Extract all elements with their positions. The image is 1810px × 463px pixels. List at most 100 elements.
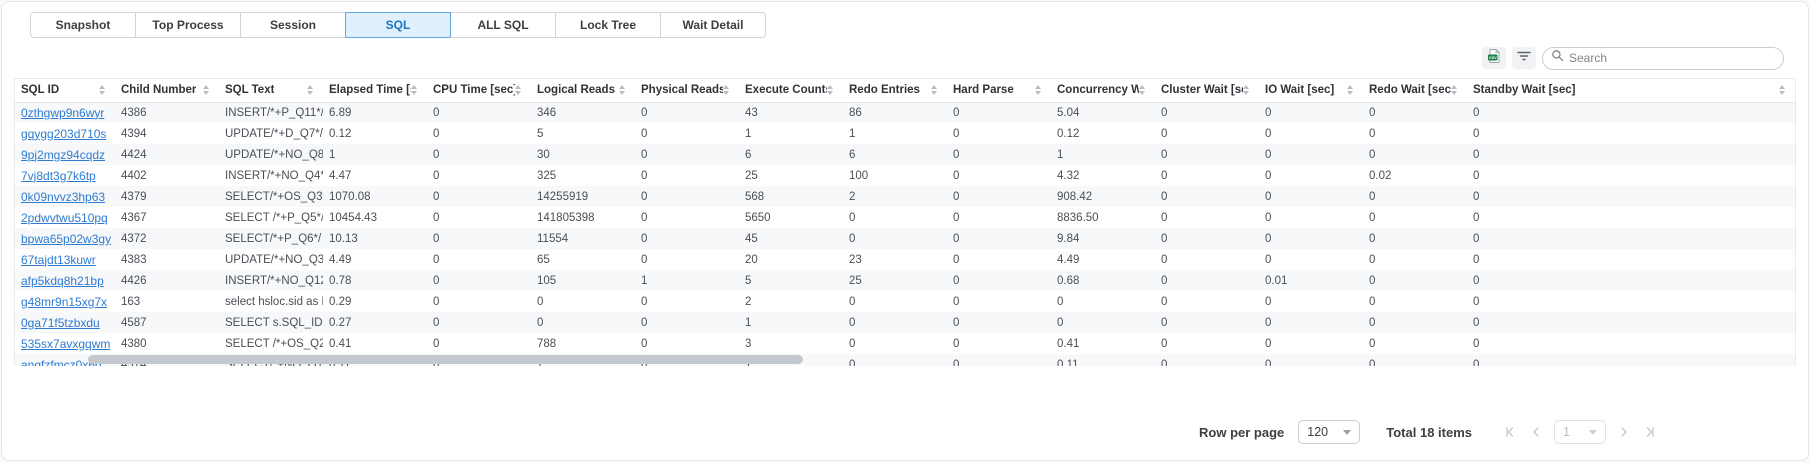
table-cell: 4.32	[1051, 165, 1155, 186]
sql-id-link[interactable]: 7vj8dt3g7k6tp	[21, 169, 96, 183]
table-cell: 5	[531, 123, 635, 144]
next-page-button[interactable]	[1616, 424, 1632, 440]
column-header-label: Elapsed Time [sec]	[329, 84, 411, 96]
column-header-label: IO Wait [sec]	[1265, 84, 1334, 96]
table-cell: 0	[843, 312, 947, 333]
table-cell: 0	[635, 123, 739, 144]
table-cell: 10.13	[323, 228, 427, 249]
table-cell: 0	[427, 186, 531, 207]
column-header-label: Hard Parse	[953, 84, 1014, 96]
horizontal-scrollbar-thumb[interactable]	[88, 355, 803, 364]
column-header-execute-counts[interactable]: Execute Counts	[739, 79, 843, 102]
column-header-hard-parse[interactable]: Hard Parse	[947, 79, 1051, 102]
sql-id-link[interactable]: gqygg203d710s	[21, 127, 106, 141]
table-cell: SELECT s.SQL_ID, s.CHILD_NI	[219, 312, 323, 333]
table-cell: 0.12	[323, 123, 427, 144]
table-cell: 0	[843, 207, 947, 228]
table-cell: 86	[843, 102, 947, 123]
sql-id-link[interactable]: 535sx7avxgqwm	[21, 337, 110, 351]
tab-snapshot[interactable]: Snapshot	[30, 12, 136, 38]
column-header-sql-text[interactable]: SQL Text	[219, 79, 323, 102]
first-page-button[interactable]	[1502, 424, 1518, 440]
table-cell: 6	[843, 144, 947, 165]
table-cell: 4.49	[323, 249, 427, 270]
column-header-logical-reads[interactable]: Logical Reads	[531, 79, 635, 102]
table-cell: 0	[947, 228, 1051, 249]
tab-wait-detail[interactable]: Wait Detail	[660, 12, 766, 38]
previous-page-button[interactable]	[1528, 424, 1544, 440]
table-cell: 105	[531, 270, 635, 291]
tab-top-process[interactable]: Top Process	[135, 12, 241, 38]
table-cell: 0	[427, 144, 531, 165]
column-header-redo-entries[interactable]: Redo Entries	[843, 79, 947, 102]
sql-id-link[interactable]: 0ga71f5tzbxdu	[21, 316, 100, 330]
filter-button[interactable]	[1512, 47, 1536, 69]
table-cell: 100	[843, 165, 947, 186]
sql-id-link[interactable]: afp5kdq8h21bp	[21, 274, 104, 288]
column-header-elapsed-time-sec[interactable]: Elapsed Time [sec]	[323, 79, 427, 102]
pagination: 1	[1502, 420, 1658, 444]
sql-id-link[interactable]: 0k09nvvz3hp63	[21, 190, 105, 204]
table-cell: 0	[1155, 354, 1259, 366]
table-cell: 0	[1467, 144, 1795, 165]
table-cell: UPDATE/*+D_Q7*/ customer	[219, 123, 323, 144]
filter-icon	[1516, 49, 1532, 68]
column-header-standby-wait-sec[interactable]: Standby Wait [sec]	[1467, 79, 1795, 102]
table-header-row: SQL IDChild NumberSQL Text Elapsed Time […	[15, 79, 1795, 102]
sql-id-link[interactable]: g48mr9n15xg7x	[21, 295, 107, 309]
table-cell: 0.01	[1259, 270, 1363, 291]
column-header-child-number[interactable]: Child Number	[115, 79, 219, 102]
tab-session[interactable]: Session	[240, 12, 346, 38]
table-cell: 8836.50	[1051, 207, 1155, 228]
csv-export-icon: CSV	[1486, 48, 1502, 69]
table-cell: 0	[635, 207, 739, 228]
sql-id-link[interactable]: 67tajdt13kuwr	[21, 253, 96, 267]
svg-text:CSV: CSV	[1489, 56, 1497, 60]
sql-id-link[interactable]: 2pdwvtwu510pq	[21, 211, 108, 225]
table-cell: 0	[427, 291, 531, 312]
table-cell: 0	[1155, 333, 1259, 354]
sql-id-cell: 0k09nvvz3hp63	[15, 186, 115, 207]
chevron-down-icon	[1589, 430, 1597, 435]
table-cell: 0	[1363, 207, 1467, 228]
sql-id-link[interactable]: bpwa65p02w3gy	[21, 232, 111, 246]
table-cell: 4587	[115, 312, 219, 333]
table-cell: 4383	[115, 249, 219, 270]
table-cell: 0	[1467, 228, 1795, 249]
table-cell: 325	[531, 165, 635, 186]
csv-export-button[interactable]: CSV	[1482, 47, 1506, 69]
table-cell: INSERT/*+P_Q11*/ INTO hist	[219, 102, 323, 123]
table-cell: 908.42	[1051, 186, 1155, 207]
table-cell: 0	[843, 228, 947, 249]
column-header-redo-wait-sec[interactable]: Redo Wait [sec]	[1363, 79, 1467, 102]
table-cell: 4402	[115, 165, 219, 186]
column-header-cluster-wait-sec[interactable]: Cluster Wait [sec]	[1155, 79, 1259, 102]
column-header-physical-reads[interactable]: Physical Reads	[635, 79, 739, 102]
column-header-cpu-time-sec[interactable]: CPU Time [sec]	[427, 79, 531, 102]
sort-icon	[99, 85, 109, 95]
tab-all-sql[interactable]: ALL SQL	[450, 12, 556, 38]
sql-id-link[interactable]: 0zthgwp9n6wyr	[21, 106, 104, 120]
search-input[interactable]	[1569, 51, 1775, 65]
column-header-io-wait-sec[interactable]: IO Wait [sec]	[1259, 79, 1363, 102]
table-cell: 4424	[115, 144, 219, 165]
tab-sql[interactable]: SQL	[345, 12, 451, 38]
column-header-sql-id[interactable]: SQL ID	[15, 79, 115, 102]
last-page-button[interactable]	[1642, 424, 1658, 440]
table-cell: 0	[1363, 270, 1467, 291]
table-cell: 0	[1259, 207, 1363, 228]
table-cell: 0	[947, 102, 1051, 123]
column-header-concurrency-wait-sec[interactable]: Concurrency Wait [sec]	[1051, 79, 1155, 102]
rows-per-page-select[interactable]: 120	[1298, 420, 1360, 444]
column-header-label: Cluster Wait [sec]	[1161, 84, 1243, 96]
tab-bar: Snapshot Top Process Session SQL ALL SQL…	[30, 12, 1808, 38]
table-cell: 11554	[531, 228, 635, 249]
tab-lock-tree[interactable]: Lock Tree	[555, 12, 661, 38]
table-cell: 30	[531, 144, 635, 165]
page-number-select[interactable]: 1	[1554, 420, 1606, 444]
table-cell: 0	[947, 312, 1051, 333]
table-cell: 0	[1155, 123, 1259, 144]
table-cell: 0	[1259, 228, 1363, 249]
sql-id-link[interactable]: 9pj2mgz94cqdz	[21, 148, 105, 162]
sort-icon	[723, 85, 733, 95]
